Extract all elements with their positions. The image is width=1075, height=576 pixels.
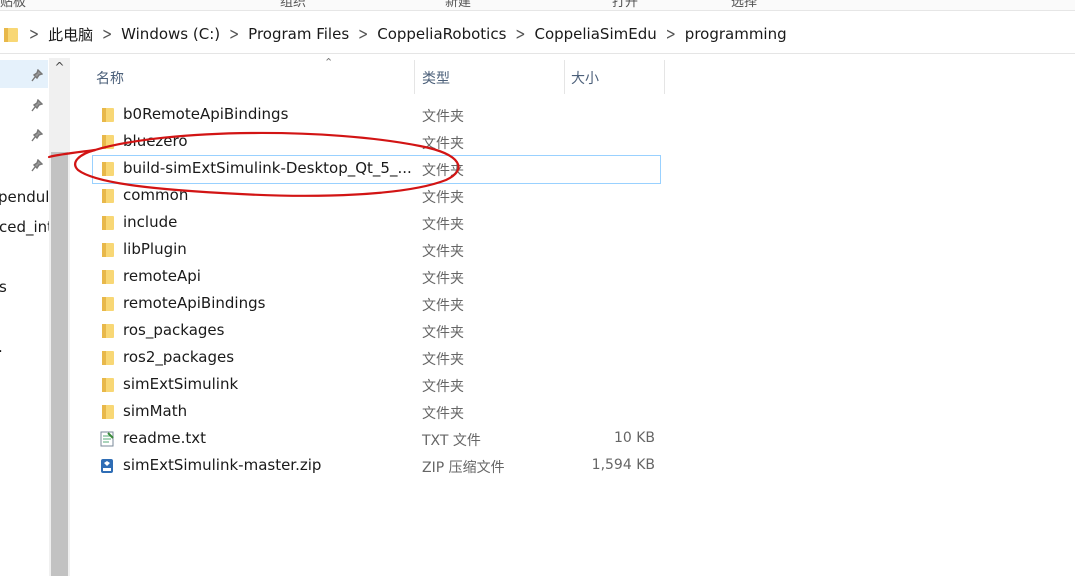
file-row[interactable]: remoteApi 文件夹 <box>93 264 660 291</box>
file-type: 文件夹 <box>422 136 464 152</box>
column-divider[interactable] <box>564 60 565 94</box>
file-row[interactable]: bluezero 文件夹 <box>93 129 660 156</box>
folder-icon <box>102 135 114 149</box>
crumb-windows-c[interactable]: Windows (C:) <box>121 25 220 43</box>
folder-icon <box>102 108 114 122</box>
scroll-up-icon[interactable]: ^ <box>49 60 70 76</box>
file-name[interactable]: remoteApi <box>123 267 201 285</box>
chevron-right-icon[interactable]: > <box>358 24 368 44</box>
column-size[interactable]: 大小 <box>571 68 599 88</box>
file-row[interactable]: simExtSimulink-master.zip ZIP 压缩文件 1,594 K… <box>93 453 660 480</box>
file-name[interactable]: ros_packages <box>123 321 224 339</box>
file-name[interactable]: readme.txt <box>123 429 206 447</box>
file-row[interactable]: libPlugin 文件夹 <box>93 237 660 264</box>
folder-icon <box>102 351 114 365</box>
file-name[interactable]: build-simExtSimulink-Desktop_Qt_5_... <box>123 159 412 177</box>
folder-icon <box>4 28 18 42</box>
folder-icon <box>102 378 114 392</box>
folder-icon <box>102 189 114 203</box>
file-name[interactable]: simExtSimulink-master.zip <box>123 456 321 474</box>
nav-item-dot[interactable]: . <box>0 338 3 356</box>
nav-item-advanced[interactable]: ced_int <box>0 218 53 236</box>
column-name[interactable]: 名称 <box>96 68 124 88</box>
file-row[interactable]: include 文件夹 <box>93 210 660 237</box>
file-type: 文件夹 <box>422 379 464 395</box>
crumb-programming[interactable]: programming <box>685 25 787 43</box>
file-name[interactable]: simMath <box>123 402 187 420</box>
file-name[interactable]: common <box>123 186 188 204</box>
chevron-right-icon[interactable]: > <box>666 24 676 44</box>
breadcrumb: > 此电脑 > Windows (C:) > Program Files > C… <box>20 15 787 53</box>
file-name[interactable]: bluezero <box>123 132 188 150</box>
chevron-right-icon: > <box>29 24 40 44</box>
file-name[interactable]: include <box>123 213 177 231</box>
folder-icon <box>102 405 114 419</box>
column-divider[interactable] <box>414 60 415 94</box>
chevron-right-icon[interactable]: > <box>515 24 525 44</box>
crumb-coppeliasimedu[interactable]: CoppeliaSimEdu <box>534 25 656 43</box>
chevron-right-icon[interactable]: > <box>102 24 112 44</box>
file-row[interactable]: simExtSimulink 文件夹 <box>93 372 660 399</box>
file-type: 文件夹 <box>422 271 464 287</box>
crumb-coppeliarobotics[interactable]: CoppeliaRobotics <box>377 25 506 43</box>
nav-item-pendulum[interactable]: pendul <box>0 188 49 206</box>
file-type: 文件夹 <box>422 190 464 206</box>
ribbon-tab-clipboard[interactable]: 贴板 <box>0 0 26 10</box>
file-type: 文件夹 <box>422 109 464 125</box>
file-row[interactable]: simMath 文件夹 <box>93 399 660 426</box>
file-row[interactable]: remoteApiBindings 文件夹 <box>93 291 660 318</box>
file-row[interactable]: common 文件夹 <box>93 183 660 210</box>
sort-ascending-icon: ⌃ <box>324 56 334 69</box>
folder-icon <box>102 297 114 311</box>
column-divider[interactable] <box>664 60 665 94</box>
file-type: 文件夹 <box>422 352 464 368</box>
pin-icon[interactable] <box>31 69 43 83</box>
ribbon-tab-new[interactable]: 新建 <box>445 0 471 10</box>
file-type: TXT 文件 <box>422 433 481 449</box>
file-name[interactable]: simExtSimulink <box>123 375 238 393</box>
text-file-icon <box>100 431 114 447</box>
folder-icon <box>102 216 114 230</box>
file-type: 文件夹 <box>422 217 464 233</box>
folder-icon <box>102 270 114 284</box>
file-name[interactable]: libPlugin <box>123 240 187 258</box>
file-type: 文件夹 <box>422 244 464 260</box>
nav-item-s[interactable]: s <box>0 278 7 296</box>
ribbon-tab-select[interactable]: 选择 <box>731 0 757 10</box>
pin-icon[interactable] <box>31 99 43 113</box>
navigation-pane: pendul ced_int s . ^ <box>0 58 70 576</box>
file-name[interactable]: remoteApiBindings <box>123 294 265 312</box>
file-name[interactable]: ros2_packages <box>123 348 234 366</box>
file-row[interactable]: build-simExtSimulink-Desktop_Qt_5_... 文件夹 <box>92 155 661 184</box>
crumb-program-files[interactable]: Program Files <box>248 25 349 43</box>
file-type: ZIP 压缩文件 <box>422 460 505 476</box>
file-size: 10 KB <box>613 430 655 446</box>
file-row[interactable]: readme.txt TXT 文件 10 KB <box>93 426 660 453</box>
chevron-right-icon[interactable]: > <box>229 24 239 44</box>
file-size: 1,594 KB <box>591 457 655 473</box>
folder-icon <box>102 162 114 176</box>
ribbon-tab-open[interactable]: 打开 <box>612 0 638 10</box>
crumb-this-pc[interactable]: 此电脑 <box>48 24 93 45</box>
ribbon-tab-organize[interactable]: 组织 <box>280 0 306 10</box>
file-type: 文件夹 <box>422 163 464 179</box>
column-type[interactable]: 类型 <box>422 68 450 88</box>
file-row[interactable]: b0RemoteApiBindings 文件夹 <box>93 102 660 129</box>
folder-icon <box>102 243 114 257</box>
file-name[interactable]: b0RemoteApiBindings <box>123 105 288 123</box>
file-type: 文件夹 <box>422 325 464 341</box>
pin-icon[interactable] <box>31 129 43 143</box>
ribbon-strip: 贴板 组织 新建 打开 选择 <box>0 0 1075 11</box>
zip-file-icon <box>101 459 113 473</box>
pin-icon[interactable] <box>31 159 43 173</box>
file-row[interactable]: ros_packages 文件夹 <box>93 318 660 345</box>
address-bar[interactable]: > 此电脑 > Windows (C:) > Program Files > C… <box>0 15 1075 54</box>
column-header: ⌃ 名称 类型 大小 <box>80 56 670 94</box>
file-type: 文件夹 <box>422 406 464 422</box>
folder-icon <box>102 324 114 338</box>
file-type: 文件夹 <box>422 298 464 314</box>
nav-scrollbar-thumb[interactable] <box>51 152 68 576</box>
file-row[interactable]: ros2_packages 文件夹 <box>93 345 660 372</box>
